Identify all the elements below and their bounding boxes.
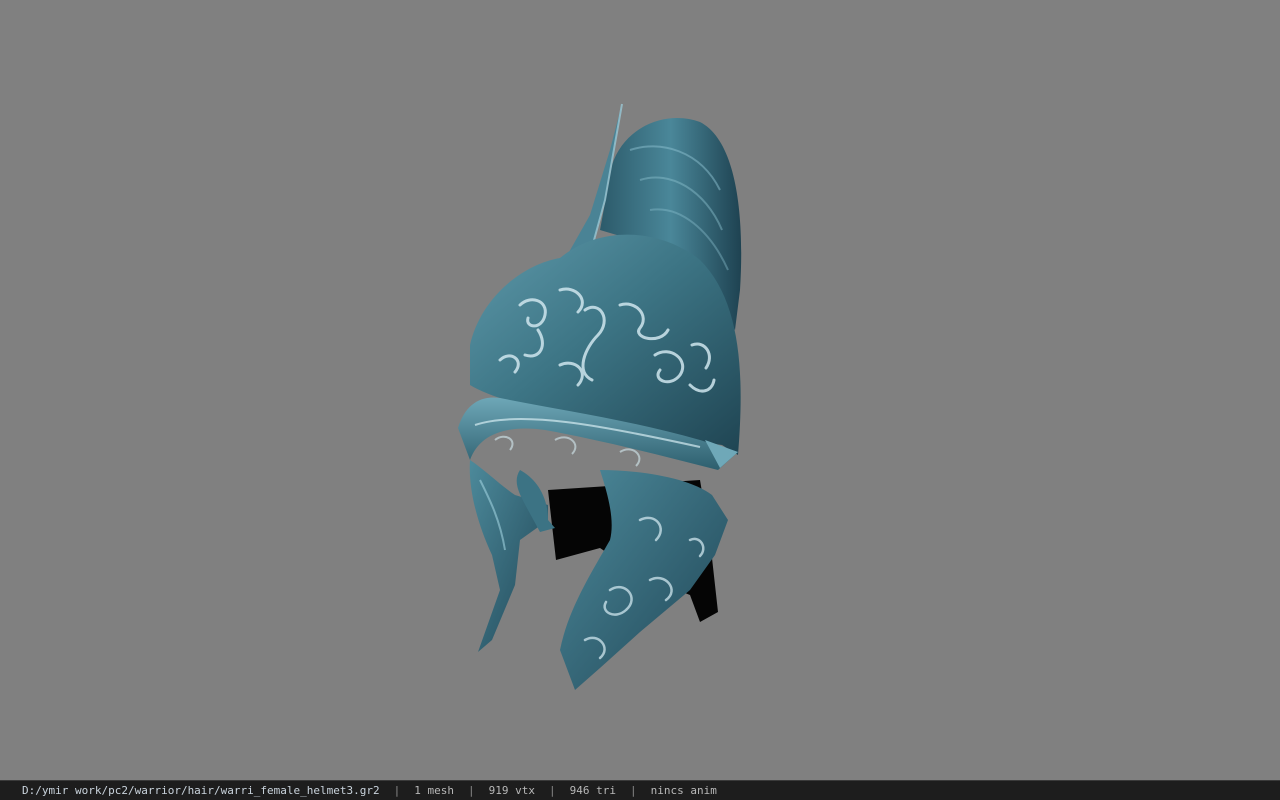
file-path: D:/ymir work/pc2/warrior/hair/warri_fema… bbox=[22, 784, 380, 797]
mesh-count: 1 mesh bbox=[414, 784, 454, 797]
vertex-count: 919 vtx bbox=[488, 784, 535, 797]
triangle-count: 946 tri bbox=[569, 784, 616, 797]
status-bar: D:/ymir work/pc2/warrior/hair/warri_fema… bbox=[0, 780, 1280, 800]
separator: | bbox=[548, 784, 556, 797]
animation-status: nincs anim bbox=[650, 784, 717, 797]
separator: | bbox=[629, 784, 637, 797]
separator: | bbox=[393, 784, 401, 797]
separator: | bbox=[468, 784, 475, 797]
3d-viewport[interactable] bbox=[0, 0, 1280, 780]
helmet-model bbox=[458, 103, 742, 690]
